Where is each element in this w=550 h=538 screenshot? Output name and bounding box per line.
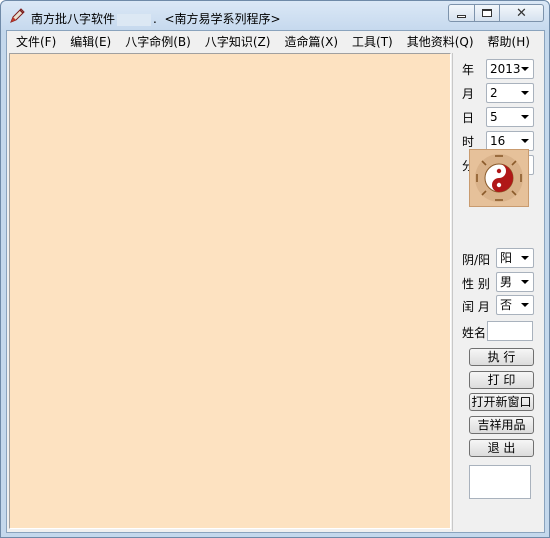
exit-button[interactable]: 退 出: [469, 439, 534, 457]
menu-bazi-knowledge[interactable]: 八字知识(Z): [200, 33, 276, 50]
menu-tools[interactable]: 工具(T): [347, 33, 398, 50]
name-input[interactable]: [487, 321, 533, 341]
hour-select[interactable]: 16: [486, 131, 534, 151]
month-label: 月: [462, 87, 475, 101]
minimize-button[interactable]: [448, 4, 475, 22]
day-value: 5: [490, 110, 498, 124]
yinyang-label: 阴/阳: [462, 253, 491, 267]
title-sub: <南方易学系列程序>: [164, 12, 281, 26]
name-label: 姓名: [462, 326, 487, 340]
day-label: 日: [462, 111, 475, 125]
year-label: 年: [462, 63, 475, 77]
print-button[interactable]: 打 印: [469, 371, 534, 389]
close-icon: ✕: [516, 5, 527, 21]
panel-divider: [452, 53, 453, 531]
app-window: 南方批八字软件. <南方易学系列程序> ✕ 文件(F) 编辑(E) 八字命例(B…: [0, 0, 550, 538]
title-blurred-region: [117, 13, 152, 26]
gender-select[interactable]: 男: [496, 272, 534, 292]
taiji-bagua-icon: [475, 154, 523, 202]
menu-bazi-cases[interactable]: 八字命例(B): [120, 33, 196, 50]
title-separator: .: [153, 12, 157, 26]
hour-label: 时: [462, 135, 475, 149]
menu-edit[interactable]: 编辑(E): [65, 33, 116, 50]
chevron-down-icon: [521, 67, 529, 71]
yinyang-select[interactable]: 阳: [496, 248, 534, 268]
leap-month-value: 否: [500, 298, 513, 312]
info-box: [469, 465, 531, 499]
maximize-button[interactable]: [475, 4, 500, 22]
chevron-down-icon: [521, 303, 529, 307]
menu-bar: 文件(F) 编辑(E) 八字命例(B) 八字知识(Z) 造命篇(X) 工具(T)…: [7, 31, 544, 51]
execute-button[interactable]: 执 行: [469, 348, 534, 366]
window-title: 南方批八字软件. <南方易学系列程序>: [31, 10, 281, 27]
leap-month-label: 闰 月: [462, 300, 490, 314]
new-window-button[interactable]: 打开新窗口: [469, 393, 534, 411]
menu-help[interactable]: 帮助(H): [483, 33, 535, 50]
taiji-emblem: [469, 149, 529, 207]
pencil-icon: [10, 8, 25, 23]
chevron-down-icon: [521, 139, 529, 143]
title-bar[interactable]: 南方批八字软件. <南方易学系列程序> ✕: [1, 1, 549, 30]
menu-file[interactable]: 文件(F): [11, 33, 61, 50]
month-value: 2: [490, 86, 498, 100]
menu-other-resources[interactable]: 其他资料(Q): [402, 33, 479, 50]
chevron-down-icon: [521, 280, 529, 284]
leap-month-select[interactable]: 否: [496, 295, 534, 315]
maximize-icon: [482, 9, 492, 17]
menu-fate-making[interactable]: 造命篇(X): [279, 33, 343, 50]
hour-value: 16: [490, 134, 506, 148]
chart-display-area[interactable]: [9, 53, 451, 529]
year-value: 2013: [490, 62, 521, 76]
chevron-down-icon: [521, 115, 529, 119]
gender-label: 性 别: [462, 277, 490, 291]
month-select[interactable]: 2: [486, 83, 534, 103]
year-select[interactable]: 2013: [486, 59, 534, 79]
title-main: 南方批八字软件: [31, 12, 116, 26]
close-button[interactable]: ✕: [500, 4, 544, 22]
minimize-icon: [457, 14, 466, 18]
yinyang-value: 阳: [500, 251, 513, 265]
chevron-down-icon: [521, 256, 529, 260]
auspicious-items-button[interactable]: 吉祥用品: [469, 416, 534, 434]
gender-value: 男: [500, 275, 513, 289]
day-select[interactable]: 5: [486, 107, 534, 127]
chevron-down-icon: [521, 91, 529, 95]
